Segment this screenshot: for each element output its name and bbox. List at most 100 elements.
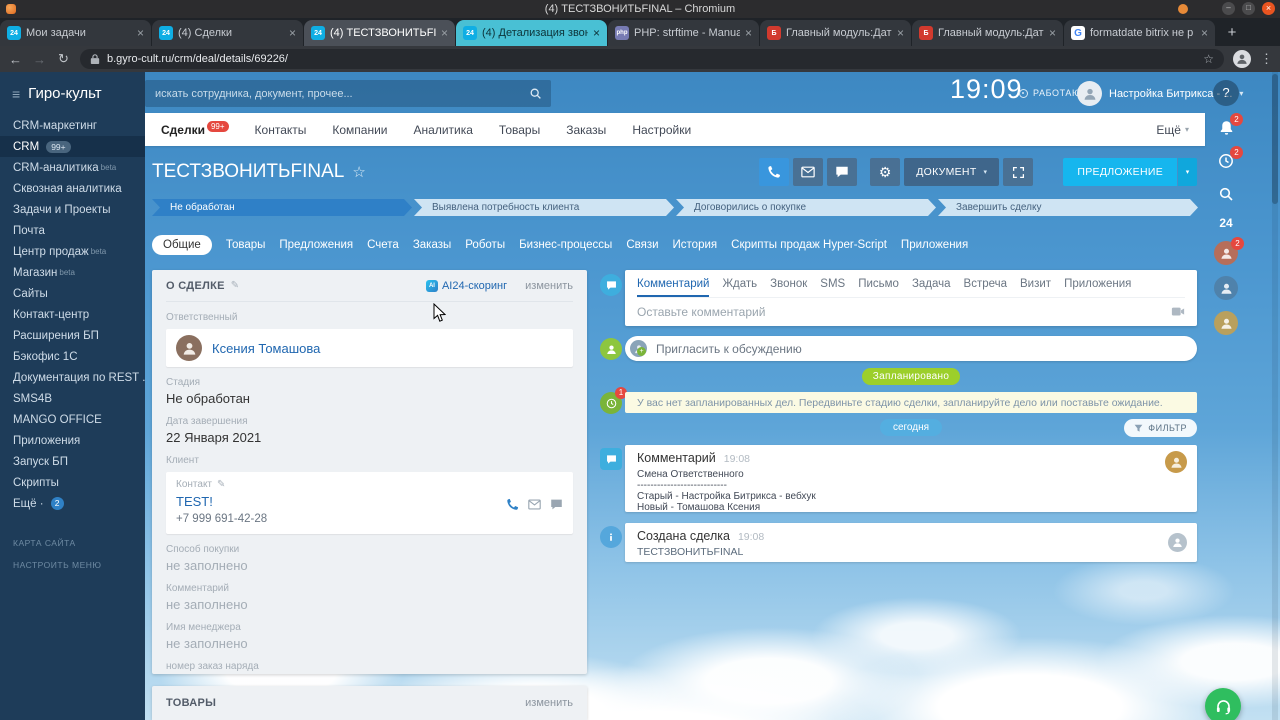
offer-button-label[interactable]: ПРЕДЛОЖЕНИЕ (1063, 158, 1177, 186)
sidebar-item[interactable]: Бэкофис 1С (0, 346, 145, 367)
sidebar-item[interactable]: MANGO OFFICE (0, 409, 145, 430)
tab-close-icon[interactable]: × (137, 26, 144, 40)
planner-clock-icon[interactable]: 2 (1215, 146, 1243, 172)
sidebar-item[interactable]: CRM-аналитика beta (0, 157, 145, 178)
deal-detail-tab[interactable]: История (673, 239, 718, 251)
sidebar-item[interactable]: Документация по REST ... (0, 367, 145, 388)
tab-close-icon[interactable]: × (441, 26, 448, 40)
composer-tab[interactable]: Письмо (858, 270, 899, 297)
crm-nav-tab[interactable]: Сделки 99+ (161, 121, 229, 137)
edit-pencil-icon[interactable]: ✎ (217, 479, 225, 490)
sidebar-footer-link[interactable]: КАРТА САЙТА (0, 532, 145, 554)
field[interactable]: Дата завершения 22 Января 2021 (166, 416, 573, 445)
sidebar-item[interactable]: Ещё · 2 (0, 493, 145, 514)
sidebar-item[interactable]: Сквозная аналитика (0, 178, 145, 199)
close-button[interactable]: × (1262, 2, 1275, 15)
help-button[interactable]: ? (1213, 80, 1239, 106)
edit-section-link[interactable]: изменить (525, 697, 573, 709)
timeline-entry[interactable]: Комментарий 19:08 Смена Ответственного --… (625, 445, 1197, 513)
call-button[interactable] (759, 158, 790, 186)
tab-close-icon[interactable]: × (897, 26, 904, 40)
recent-chat-avatar[interactable]: 2 (1214, 237, 1244, 265)
tab-close-icon[interactable]: × (1049, 26, 1056, 40)
browser-menu-icon[interactable]: ⋮ (1260, 51, 1273, 67)
chevron-down-icon[interactable]: ▾ (1178, 158, 1197, 186)
maximize-button[interactable]: □ (1242, 2, 1255, 15)
recent-chat-avatar[interactable] (1214, 311, 1238, 335)
minimize-button[interactable]: – (1222, 2, 1235, 15)
invite-to-discussion[interactable]: + Пригласить к обсуждению (625, 336, 1197, 361)
timeline-filter-button[interactable]: ФИЛЬТР (1124, 419, 1197, 437)
scrollbar-thumb[interactable] (1272, 74, 1278, 204)
crm-nav-tab[interactable]: Компании (332, 123, 387, 137)
favorite-star-icon[interactable]: ☆ (352, 163, 365, 181)
browser-tab[interactable]: Б Главный модуль:Дата × (912, 20, 1063, 46)
composer-tab[interactable]: SMS (820, 270, 845, 297)
mail-button[interactable] (793, 158, 824, 186)
sidebar-item[interactable]: Почта (0, 220, 145, 241)
back-icon[interactable]: ← (8, 52, 23, 67)
browser-profile-avatar[interactable] (1233, 50, 1251, 68)
forward-icon[interactable]: → (32, 52, 47, 67)
sidebar-item[interactable]: Магазин beta (0, 262, 145, 283)
browser-tab[interactable]: php PHP: strftime - Manual × (608, 20, 759, 46)
deal-detail-tab[interactable]: Роботы (465, 239, 505, 251)
contact-phone[interactable]: +7 999 691-42-28 (176, 513, 563, 525)
deal-detail-tab[interactable]: Предложения (279, 239, 353, 251)
crm-nav-tab[interactable]: Настройки (632, 123, 691, 137)
deal-detail-tab[interactable]: Общие (152, 235, 212, 255)
edit-pencil-icon[interactable]: ✎ (231, 280, 239, 291)
reload-icon[interactable]: ↻ (56, 51, 71, 67)
composer-tab[interactable]: Комментарий (637, 270, 709, 297)
deal-detail-tab[interactable]: Скрипты продаж Hyper-Script (731, 239, 887, 251)
crm-nav-tab[interactable]: Аналитика (414, 123, 473, 137)
sidebar-item[interactable]: Сайты (0, 283, 145, 304)
pipeline-stage[interactable]: Не обработан (152, 199, 412, 216)
field[interactable]: номер заказ наряда не заполнено (166, 661, 573, 674)
chat-icon[interactable] (550, 498, 563, 516)
deal-detail-tab[interactable]: Заказы (413, 239, 451, 251)
browser-tab[interactable]: G formatdate bitrix не р × (1064, 20, 1215, 46)
crm-nav-tab[interactable]: Контакты (255, 123, 307, 137)
sidebar-item[interactable]: Скрипты (0, 472, 145, 493)
responsible-name-link[interactable]: Ксения Томашова (212, 341, 320, 356)
sidebar-item[interactable]: SMS4B (0, 388, 145, 409)
field[interactable]: Способ покупки не заполнено (166, 544, 573, 573)
worktime-status[interactable]: РАБОТАЮ (1019, 88, 1082, 98)
crm-nav-more[interactable]: Ещё ▾ (1156, 123, 1189, 137)
field[interactable]: Имя менеджера не заполнено (166, 622, 573, 651)
browser-tab[interactable]: 24 (4) ТЕСТЗВОНИТЬFINA × (304, 20, 455, 46)
portal-brand[interactable]: ≡ Гиро-культ (0, 72, 145, 115)
sidebar-item[interactable]: Приложения (0, 430, 145, 451)
search-icon[interactable] (1215, 183, 1237, 205)
global-search-input[interactable] (145, 87, 529, 100)
hamburger-icon[interactable]: ≡ (12, 86, 20, 102)
offer-split-button[interactable]: ПРЕДЛОЖЕНИЕ ▾ (1063, 158, 1197, 186)
comment-input[interactable]: Оставьте комментарий (637, 298, 1185, 319)
deal-detail-tab[interactable]: Приложения (901, 239, 968, 251)
browser-tab[interactable]: 24 (4) Детализация звон × (456, 20, 607, 46)
sidebar-item[interactable]: CRM 99+ (0, 136, 145, 157)
deal-detail-tab[interactable]: Бизнес-процессы (519, 239, 612, 251)
pipeline-stage[interactable]: Выявлена потребность клиента (414, 199, 674, 216)
pipeline-stage[interactable]: Завершить сделку (938, 199, 1198, 216)
chat-button[interactable] (827, 158, 858, 186)
deal-detail-tab[interactable]: Товары (226, 239, 266, 251)
tab-close-icon[interactable]: × (593, 26, 600, 40)
tab-close-icon[interactable]: × (1201, 26, 1208, 40)
sidebar-item[interactable]: Центр продаж beta (0, 241, 145, 262)
sidebar-item[interactable]: Запуск БП (0, 451, 145, 472)
edit-section-link[interactable]: изменить (525, 280, 573, 292)
notifications-bell-icon[interactable]: 2 (1215, 113, 1243, 139)
timeline-entry[interactable]: Создана сделка 19:08 ТЕСТЗВОНИТЬFINAL (625, 523, 1197, 562)
tab-close-icon[interactable]: × (745, 26, 752, 40)
crm-nav-tab[interactable]: Заказы (566, 123, 606, 137)
mail-icon[interactable] (528, 498, 541, 516)
browser-tab[interactable]: 24 (4) Сделки × (152, 20, 303, 46)
new-tab-button[interactable]: + (1219, 21, 1245, 45)
sidebar-item[interactable]: CRM-маркетинг (0, 115, 145, 136)
composer-tab[interactable]: Встреча (964, 270, 1007, 297)
video-icon[interactable] (1171, 304, 1185, 322)
composer-tab[interactable]: Визит (1020, 270, 1051, 297)
composer-tab[interactable]: Задача (912, 270, 951, 297)
